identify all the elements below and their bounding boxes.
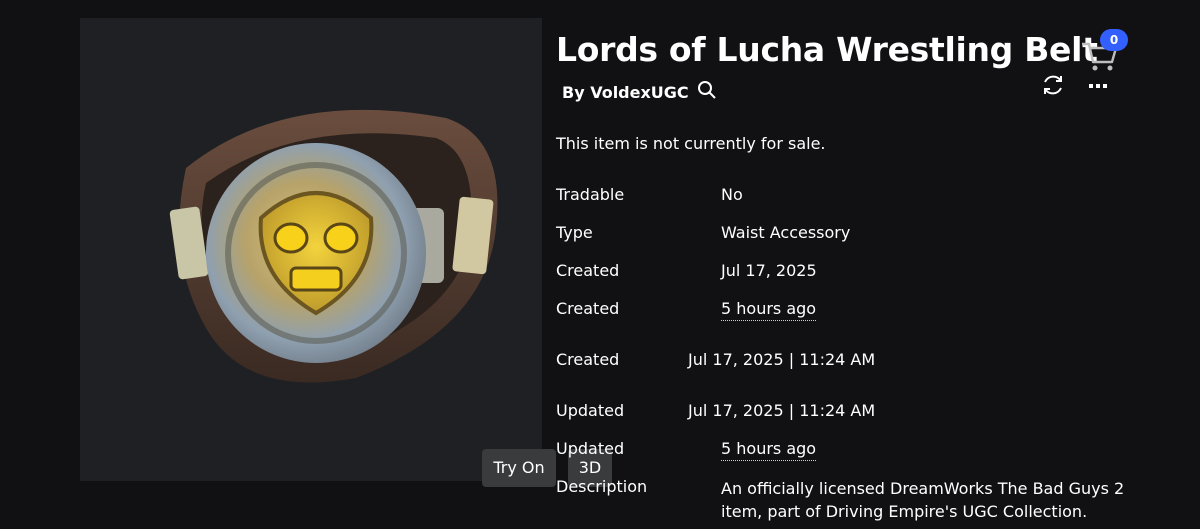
detail-value: Waist Accessory bbox=[721, 223, 851, 242]
item-preview-panel[interactable]: Try On 3D bbox=[80, 18, 612, 487]
detail-label: Description bbox=[556, 477, 648, 496]
detail-value: No bbox=[721, 185, 743, 204]
search-icon[interactable] bbox=[697, 80, 717, 104]
detail-label: Created bbox=[556, 261, 620, 280]
sale-status-text: This item is not currently for sale. bbox=[556, 134, 826, 153]
detail-label: Tradable bbox=[556, 185, 625, 204]
creator-link[interactable]: By VoldexUGC bbox=[562, 80, 717, 104]
detail-value: Jul 17, 2025 | 11:24 AM bbox=[688, 401, 876, 420]
item-title: Lords of Lucha Wrestling Belt bbox=[556, 30, 1098, 69]
detail-value: Jul 17, 2025 | 11:24 AM bbox=[688, 350, 876, 369]
creator-name[interactable]: By VoldexUGC bbox=[562, 83, 689, 102]
more-icon[interactable] bbox=[1085, 78, 1111, 92]
detail-label: Type bbox=[556, 223, 593, 242]
item-thumbnail-image bbox=[169, 109, 498, 383]
description-text: An officially licensed DreamWorks The Ba… bbox=[721, 479, 1125, 521]
detail-label: Created bbox=[556, 299, 620, 318]
detail-value-tooltip[interactable]: 5 hours ago bbox=[721, 439, 817, 461]
item-details-page: Try On 3D Lords of Lucha Wrestling Belt … bbox=[0, 0, 1200, 529]
cart-count-badge: 0 bbox=[1100, 29, 1128, 51]
detail-value-tooltip[interactable]: 5 hours ago bbox=[721, 299, 817, 321]
try-on-button[interactable]: Try On bbox=[482, 449, 556, 487]
detail-label: Updated bbox=[556, 401, 625, 420]
detail-value: Jul 17, 2025 bbox=[721, 261, 817, 280]
refresh-icon[interactable] bbox=[1040, 72, 1066, 98]
detail-label: Updated bbox=[556, 439, 625, 458]
detail-label: Created bbox=[556, 350, 620, 369]
